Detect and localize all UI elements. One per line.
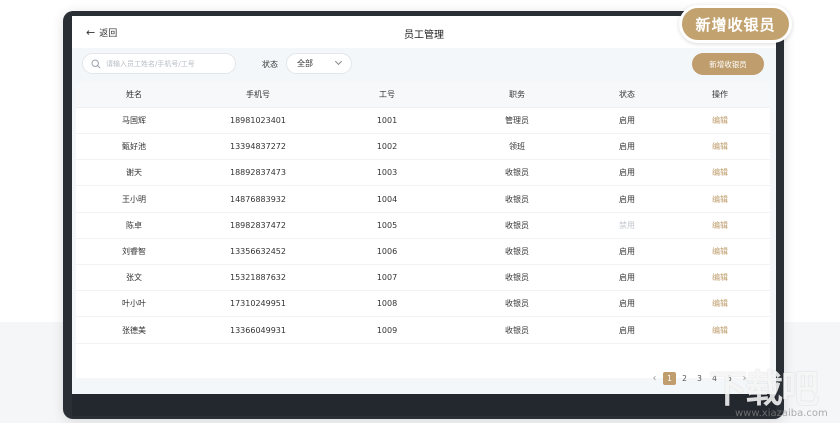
cell-status: 禁用 [619, 220, 635, 230]
cell-role: 收银员 [505, 168, 529, 178]
cell-phone: 18981023401 [230, 116, 286, 125]
cell-role: 领班 [509, 142, 525, 152]
edit-link[interactable]: 编辑 [712, 134, 728, 160]
search-box[interactable] [82, 53, 236, 74]
cell-phone: 14876883932 [230, 194, 286, 204]
edit-link[interactable]: 编辑 [712, 318, 728, 344]
table-row: 甄好池 13394837272 1002 领班 启用 编辑 [76, 134, 770, 161]
cell-role: 收银员 [505, 220, 529, 230]
cell-name: 刘睿智 [122, 247, 146, 256]
cell-status: 启用 [619, 273, 635, 283]
edit-link[interactable]: 编辑 [712, 213, 728, 239]
cell-name: 马国辉 [122, 116, 146, 125]
cell-employee-id: 1004 [376, 194, 398, 204]
cell-status: 启用 [619, 142, 635, 152]
cell-employee-id: 1009 [376, 325, 398, 335]
cell-employee-id: 1002 [376, 142, 398, 152]
add-cashier-button[interactable]: 新增收银员 [692, 53, 764, 75]
column-header-action: 操作 [712, 90, 728, 99]
cell-status: 启用 [619, 299, 635, 309]
cell-phone: 13356632452 [230, 247, 286, 256]
cell-status: 启用 [619, 168, 635, 178]
table-row: 刘睿智 13356632452 1006 收银员 启用 编辑 [76, 239, 770, 265]
table-row: 陈卓 18982837472 1005 收银员 禁用 编辑 [76, 213, 770, 239]
column-header-status: 状态 [619, 90, 635, 99]
cell-name: 甄好池 [122, 142, 146, 152]
staff-table: 姓名 手机号 工号 职务 状态 操作 马国辉 18981023401 1001 管理员… [76, 82, 770, 378]
edit-link[interactable]: 编辑 [712, 187, 728, 213]
status-filter-select[interactable]: 全部 [286, 53, 352, 74]
table-row: 谢天 18892837473 1003 收银员 启用 编辑 [76, 160, 770, 187]
cell-phone: 18982837472 [230, 220, 286, 230]
edit-link[interactable]: 编辑 [712, 108, 728, 134]
chevron-down-icon [334, 57, 343, 66]
screen-bottom-bar [72, 394, 776, 416]
cell-role: 收银员 [505, 273, 529, 283]
cell-name: 张文 [126, 273, 142, 283]
cell-name: 谢天 [126, 168, 142, 178]
cell-phone: 13394837272 [230, 142, 286, 152]
app-screen: ← 返回 员工管理 状态 全部 新增收银员 姓名 手机号 工号 职务 状态 操作… [72, 16, 776, 394]
cell-phone: 15321887632 [230, 273, 286, 283]
edit-link[interactable]: 编辑 [712, 291, 728, 317]
search-input[interactable] [106, 59, 231, 68]
cell-name: 张德美 [122, 325, 146, 335]
cell-status: 启用 [619, 194, 635, 204]
feature-badge: 新增收银员 [679, 5, 792, 43]
cell-role: 收银员 [505, 325, 529, 335]
top-bar: ← 返回 员工管理 [72, 16, 776, 48]
edit-link[interactable]: 编辑 [712, 239, 728, 265]
cell-role: 收银员 [505, 194, 529, 204]
cell-phone: 18892837473 [230, 168, 286, 178]
table-row: 马国辉 18981023401 1001 管理员 启用 编辑 [76, 108, 770, 134]
table-row: 叶小叶 17310249951 1008 收银员 启用 编辑 [76, 291, 770, 318]
cell-status: 启用 [619, 247, 635, 256]
cell-role: 收银员 [505, 299, 529, 309]
cell-employee-id: 1008 [376, 299, 398, 309]
column-header-phone: 手机号 [246, 90, 270, 99]
table-row: 王小明 14876883932 1004 收银员 启用 编辑 [76, 187, 770, 213]
edit-link[interactable]: 编辑 [712, 265, 728, 291]
cell-name: 王小明 [122, 194, 146, 204]
search-icon [91, 58, 101, 69]
table-row: 张文 15321887632 1007 收银员 启用 编辑 [76, 265, 770, 292]
watermark: 下载吧 www.xiazaiba.com [705, 358, 840, 423]
cell-employee-id: 1007 [376, 273, 398, 283]
cell-employee-id: 1003 [376, 168, 398, 178]
column-header-role: 职务 [509, 90, 525, 99]
cell-role: 管理员 [505, 116, 529, 125]
cell-status: 启用 [619, 116, 635, 125]
cell-employee-id: 1001 [376, 116, 398, 125]
cell-role: 收银员 [505, 247, 529, 256]
page-1[interactable]: 1 [663, 372, 676, 385]
cell-status: 启用 [619, 325, 635, 335]
cell-name: 陈卓 [126, 220, 142, 230]
cell-employee-id: 1006 [376, 247, 398, 256]
watermark-url: www.xiazaiba.com [735, 408, 828, 419]
status-filter-value: 全部 [297, 59, 313, 68]
column-header-id: 工号 [379, 90, 395, 99]
table-row: 张德美 13366049931 1009 收银员 启用 编辑 [76, 318, 770, 344]
page-title: 员工管理 [404, 30, 444, 41]
cell-phone: 17310249951 [230, 299, 286, 309]
table-header: 姓名 手机号 工号 职务 状态 操作 [76, 82, 770, 108]
status-filter-label: 状态 [262, 60, 278, 69]
page-2[interactable]: 2 [678, 372, 691, 385]
cell-name: 叶小叶 [122, 299, 146, 309]
chevron-left-icon[interactable]: ‹ [648, 372, 661, 385]
column-header-name: 姓名 [126, 90, 142, 99]
cell-phone: 13366049931 [230, 325, 286, 335]
edit-link[interactable]: 编辑 [712, 160, 728, 186]
cell-employee-id: 1005 [376, 220, 398, 230]
watermark-logo: 下载吧 [709, 367, 819, 411]
